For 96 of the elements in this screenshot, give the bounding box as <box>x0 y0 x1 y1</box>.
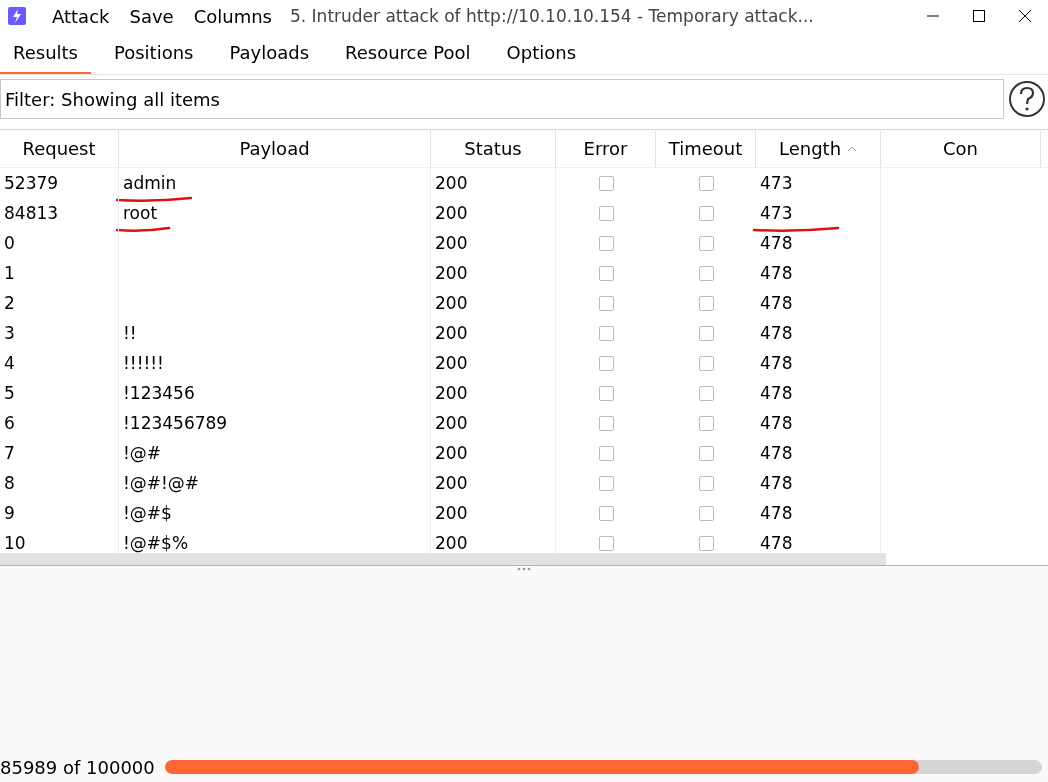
checkbox[interactable] <box>598 415 614 431</box>
close-icon <box>1019 10 1031 22</box>
table-cell: 4 <box>0 348 119 378</box>
checkbox[interactable] <box>698 205 714 221</box>
checkbox[interactable] <box>598 385 614 401</box>
checkbox[interactable] <box>698 445 714 461</box>
sort-icon <box>847 145 858 152</box>
checkbox[interactable] <box>598 265 614 281</box>
checkbox[interactable] <box>698 475 714 491</box>
checkbox[interactable] <box>698 175 714 191</box>
table-cell: !!!!!! <box>119 348 431 378</box>
table-cell: 478 <box>756 438 881 468</box>
menu-item[interactable]: Attack <box>42 5 120 27</box>
tab[interactable]: Payloads <box>216 32 323 74</box>
tab[interactable]: Resource Pool <box>332 32 484 74</box>
checkbox[interactable] <box>698 385 714 401</box>
checkbox[interactable] <box>698 235 714 251</box>
table-cell: 0 <box>0 228 119 258</box>
table-cell: 478 <box>756 288 881 318</box>
table-cell: !@# <box>119 438 431 468</box>
checkbox[interactable] <box>698 295 714 311</box>
table-cell: 200 <box>431 408 556 438</box>
checkbox[interactable] <box>598 505 614 521</box>
table-cell: !@#$ <box>119 498 431 528</box>
column-header[interactable]: Timeout <box>656 130 756 167</box>
table-cell: 5 <box>0 378 119 408</box>
table-cell: 200 <box>431 378 556 408</box>
window-title: 5. Intruder attack of http://10.10.10.154 - Temporary attack... <box>288 6 815 26</box>
checkbox[interactable] <box>598 205 614 221</box>
table-cell: 478 <box>756 318 881 348</box>
tab[interactable]: Options <box>493 32 589 74</box>
menu-item[interactable]: Columns <box>183 5 282 27</box>
checkbox[interactable] <box>598 355 614 371</box>
table-cell: 478 <box>756 498 881 528</box>
table-cell: 84813 <box>0 198 119 228</box>
table-cell: 478 <box>756 378 881 408</box>
checkbox[interactable] <box>598 445 614 461</box>
help-icon[interactable] <box>1008 80 1046 118</box>
checkbox[interactable] <box>598 235 614 251</box>
checkbox[interactable] <box>598 535 614 551</box>
table-cell: 200 <box>431 168 556 198</box>
table-cell: 478 <box>756 468 881 498</box>
table-cell: 200 <box>431 498 556 528</box>
column-header[interactable]: Error <box>556 130 656 167</box>
table-cell: 473 <box>756 198 881 228</box>
table-cell: 200 <box>431 468 556 498</box>
table-cell: 200 <box>431 288 556 318</box>
column-header[interactable]: Payload <box>119 130 431 167</box>
checkbox[interactable] <box>598 475 614 491</box>
checkbox[interactable] <box>598 295 614 311</box>
checkbox[interactable] <box>698 355 714 371</box>
table-cell: !@#!@# <box>119 468 431 498</box>
tab[interactable]: Positions <box>101 32 207 74</box>
table-cell: 3 <box>0 318 119 348</box>
progress-text: 85989 of 100000 <box>0 756 155 778</box>
table-cell: 9 <box>0 498 119 528</box>
menu-item[interactable]: Save <box>119 5 184 27</box>
table-cell: 200 <box>431 228 556 258</box>
table-cell: 478 <box>756 348 881 378</box>
table-cell: 7 <box>0 438 119 468</box>
table-cell: 6 <box>0 408 119 438</box>
checkbox[interactable] <box>698 265 714 281</box>
maximize-icon <box>973 10 985 22</box>
tab[interactable]: Results <box>0 32 91 74</box>
table-cell: 200 <box>431 198 556 228</box>
column-header[interactable]: Length <box>756 130 881 167</box>
table-cell: !123456 <box>119 378 431 408</box>
table-cell: 200 <box>431 318 556 348</box>
table-cell: 200 <box>431 258 556 288</box>
lightning-icon <box>8 7 26 25</box>
table-cell: 478 <box>756 408 881 438</box>
checkbox[interactable] <box>698 505 714 521</box>
table-cell: 478 <box>756 258 881 288</box>
table-cell: 200 <box>431 438 556 468</box>
checkbox[interactable] <box>698 535 714 551</box>
table-cell: 8 <box>0 468 119 498</box>
table-cell: 473 <box>756 168 881 198</box>
filter-field[interactable]: Filter: Showing all items <box>0 79 1004 119</box>
table-cell: 478 <box>756 228 881 258</box>
table-cell: !! <box>119 318 431 348</box>
column-header[interactable]: Status <box>431 130 556 167</box>
table-cell: 2 <box>0 288 119 318</box>
column-header[interactable]: Con <box>881 130 1041 167</box>
checkbox[interactable] <box>698 415 714 431</box>
checkbox[interactable] <box>698 325 714 341</box>
drag-handle-icon[interactable] <box>516 566 532 572</box>
table-cell: !123456789 <box>119 408 431 438</box>
table-cell: admin <box>119 168 431 198</box>
table-cell: 1 <box>0 258 119 288</box>
table-cell: 200 <box>431 348 556 378</box>
scrollbar[interactable] <box>0 553 886 565</box>
checkbox[interactable] <box>598 325 614 341</box>
column-header[interactable]: Request <box>0 130 119 167</box>
checkbox[interactable] <box>598 175 614 191</box>
table-cell: 52379 <box>0 168 119 198</box>
table-cell: root <box>119 198 431 228</box>
